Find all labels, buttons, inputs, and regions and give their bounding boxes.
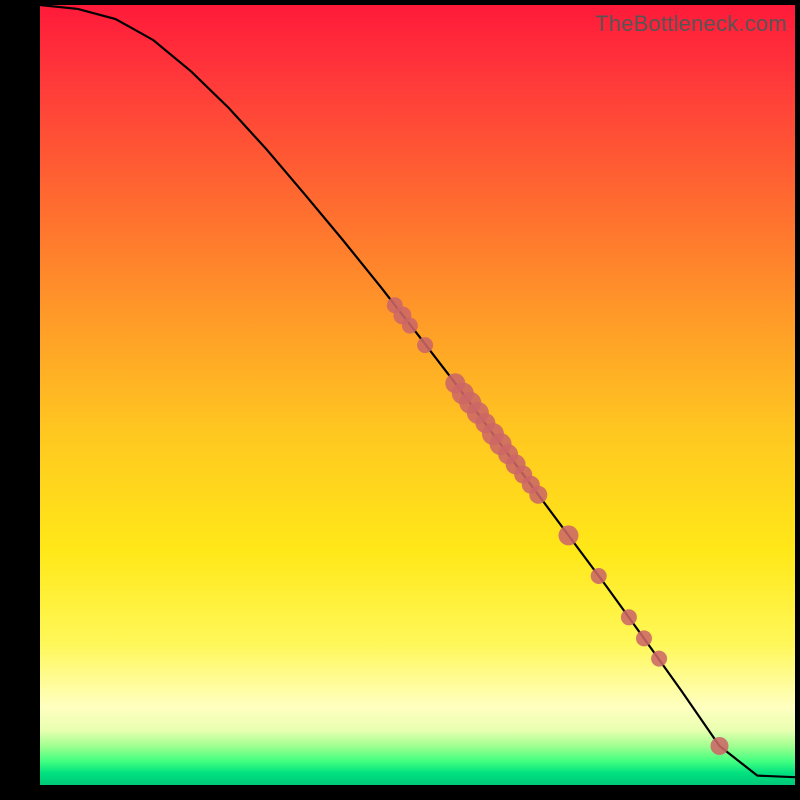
data-point [417,337,433,353]
data-point [402,318,418,334]
chart-frame: TheBottleneck.com [40,5,795,785]
curve-layer [40,5,795,777]
data-point [711,737,729,755]
data-point [529,486,547,504]
data-point [651,651,667,667]
data-point [621,609,637,625]
chart-svg [40,5,795,785]
data-point [559,525,579,545]
watermark-text: TheBottleneck.com [595,11,787,37]
data-point [591,568,607,584]
performance-curve [40,5,795,777]
plot-area: TheBottleneck.com [40,5,795,785]
data-point [636,630,652,646]
